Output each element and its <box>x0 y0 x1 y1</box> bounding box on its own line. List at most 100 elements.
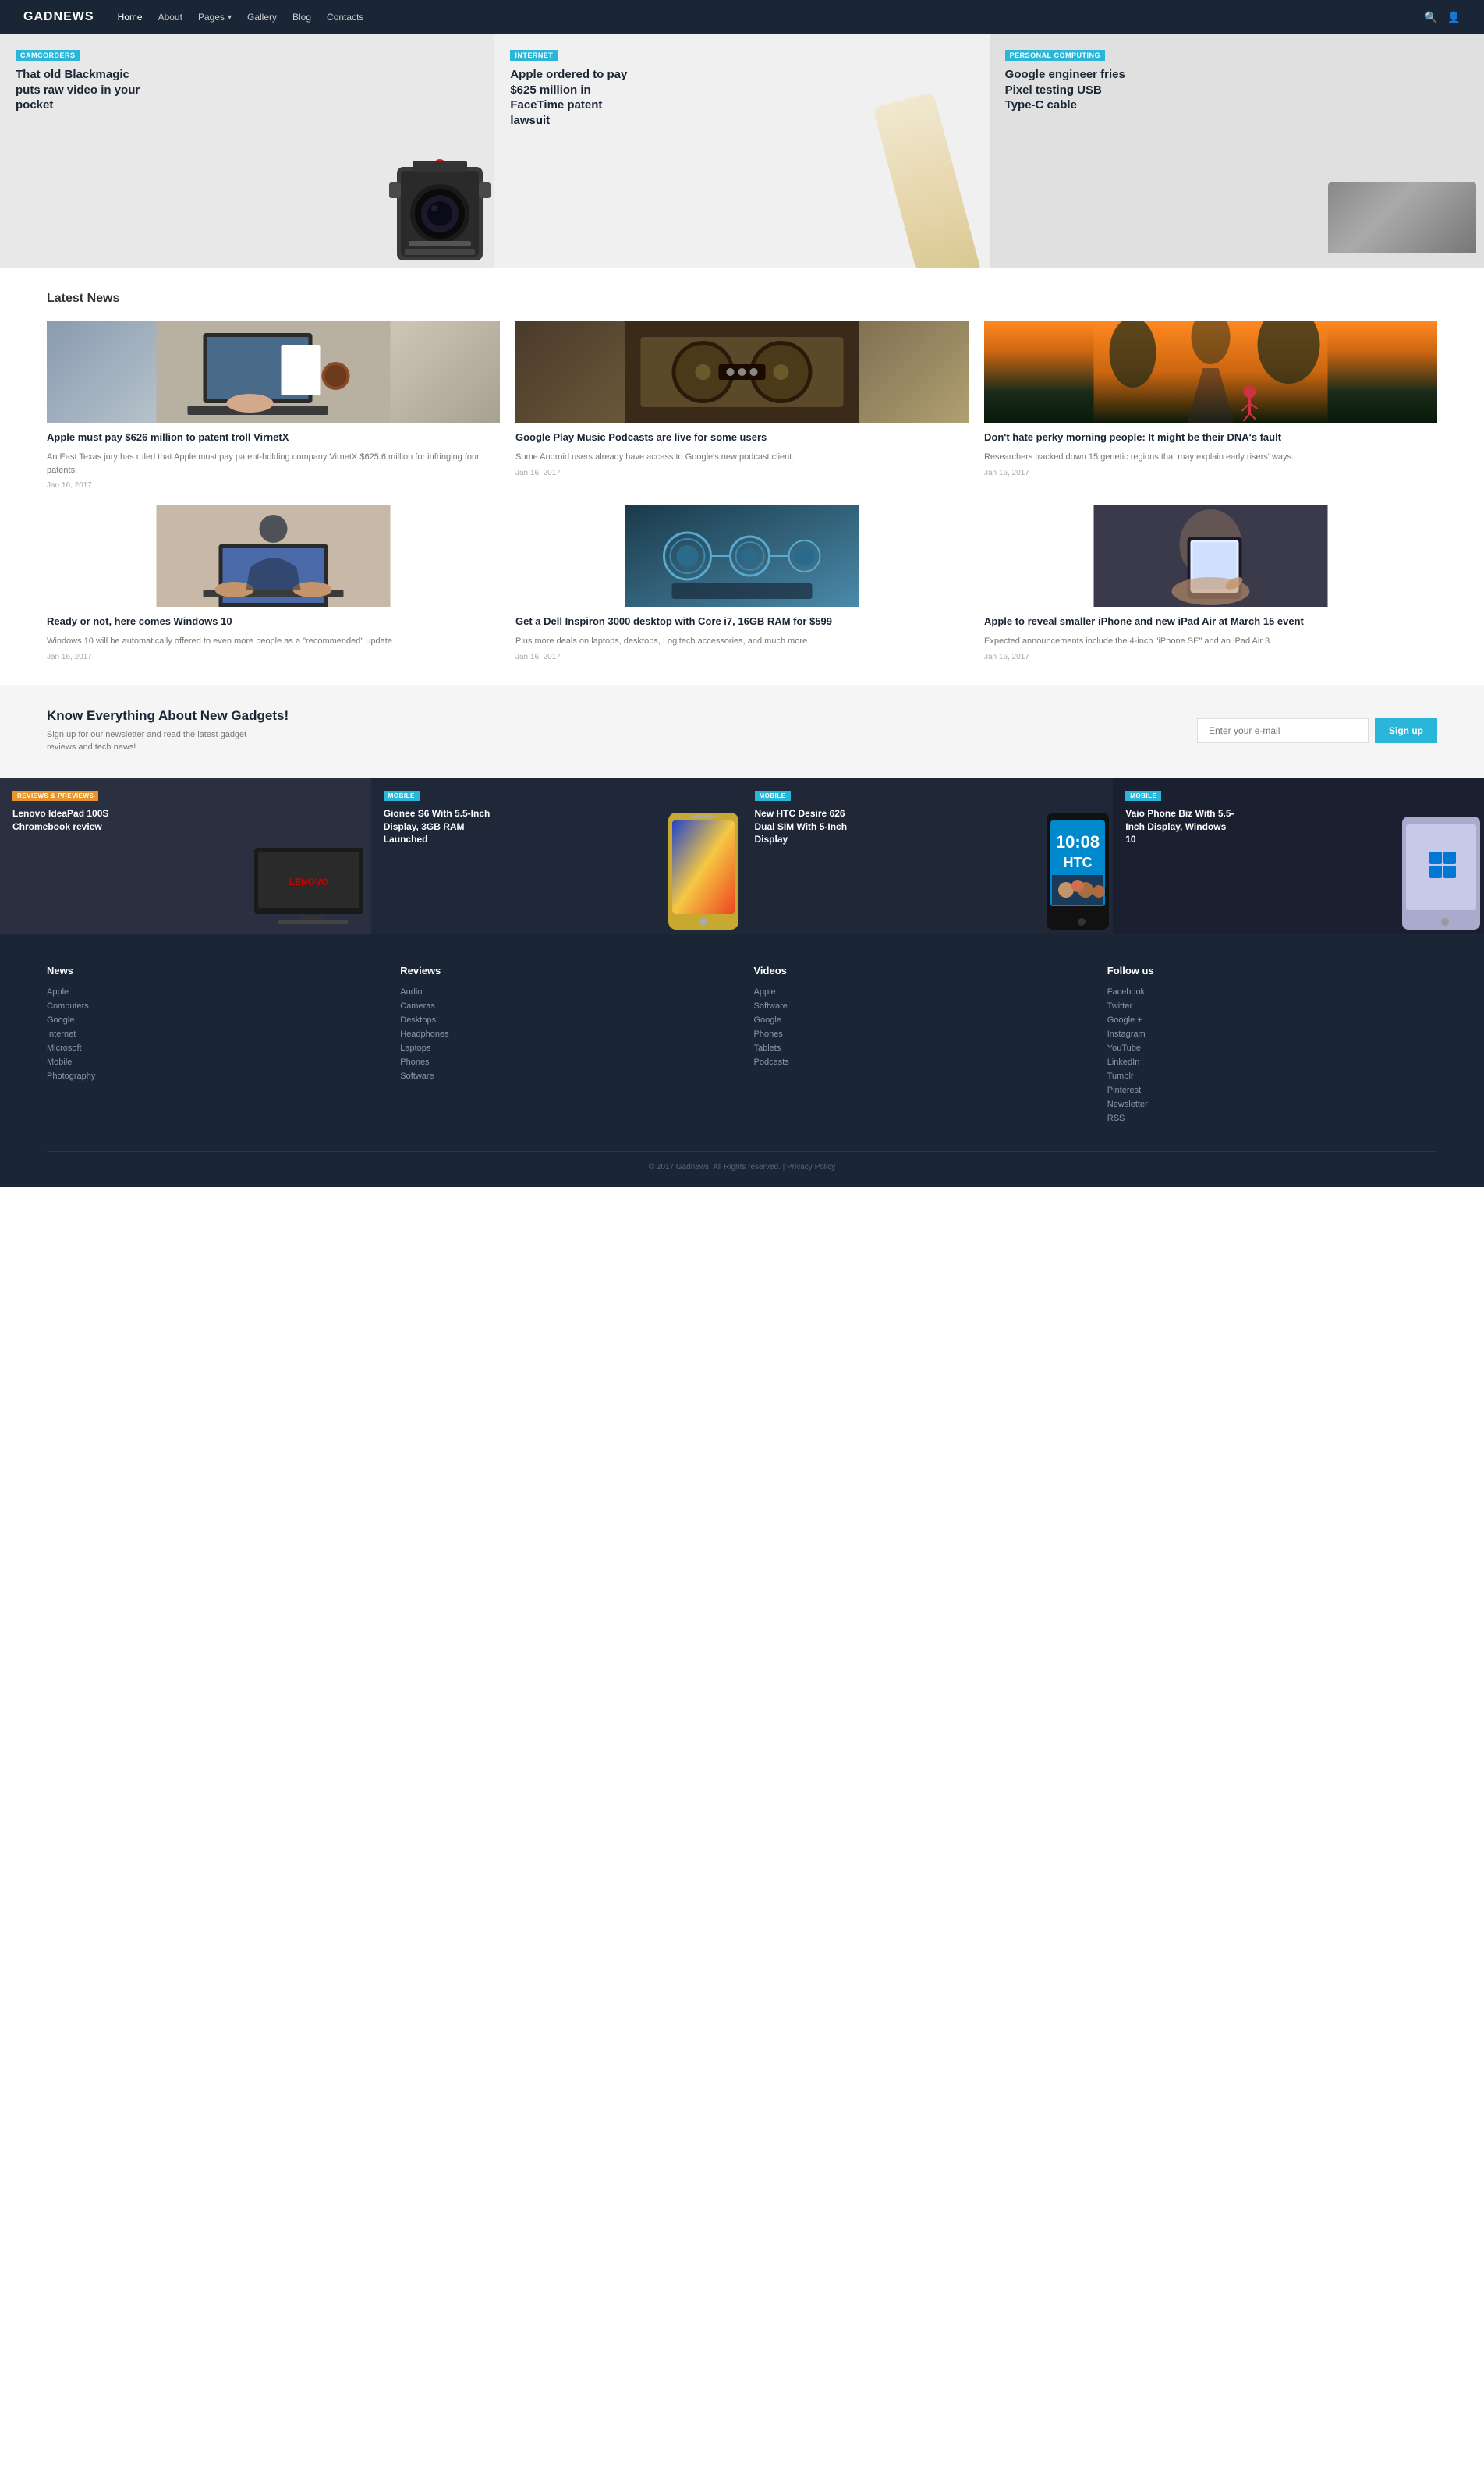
news-card-2-title: Google Play Music Podcasts are live for … <box>515 431 969 445</box>
newsletter-signup-button[interactable]: Sign up <box>1375 718 1437 743</box>
nav-blog[interactable]: Blog <box>292 12 311 23</box>
hero-item-2[interactable]: INTERNET Apple ordered to pay $625 milli… <box>494 34 989 268</box>
footer-col-social: Follow us Facebook Twitter Google + Inst… <box>1107 965 1437 1128</box>
news-card-3[interactable]: Don't hate perky morning people: It migh… <box>984 321 1437 490</box>
news-card-3-title: Don't hate perky morning people: It migh… <box>984 431 1437 445</box>
footer-link-google-plus[interactable]: Google + <box>1107 1015 1437 1025</box>
latest-news-title: Latest News <box>47 292 1437 306</box>
footer-link-newsletter[interactable]: Newsletter <box>1107 1100 1437 1109</box>
news-card-5-title: Get a Dell Inspiron 3000 desktop with Co… <box>515 615 969 629</box>
header: GADNEWS Home About Pages ▾ Gallery Blog … <box>0 0 1484 34</box>
nav-pages-link[interactable]: Pages <box>198 12 225 23</box>
footer-link-tumblr[interactable]: Tumblr <box>1107 1072 1437 1081</box>
newsletter-text: Know Everything About New Gadgets! Sign … <box>47 708 289 754</box>
featured-item-3[interactable]: MOBILE New HTC Desire 626 Dual SIM With … <box>742 778 1114 934</box>
newsletter-desc: Sign up for our newsletter and read the … <box>47 728 265 754</box>
footer-link-phones-video[interactable]: Phones <box>754 1029 1084 1039</box>
news-card-4-date: Jan 16, 2017 <box>47 653 500 661</box>
footer-link-cameras[interactable]: Cameras <box>400 1001 730 1011</box>
footer-link-apple-video[interactable]: Apple <box>754 987 1084 997</box>
footer-link-facebook[interactable]: Facebook <box>1107 987 1437 997</box>
featured-item-1[interactable]: REVIEWS & PREVIEWS Lenovo IdeaPad 100S C… <box>0 778 371 934</box>
footer-link-internet[interactable]: Internet <box>47 1029 377 1039</box>
footer-link-linkedin[interactable]: LinkedIn <box>1107 1058 1437 1067</box>
hero-badge-1: CAMCORDERS <box>16 50 80 61</box>
news-card-4-desc: Windows 10 will be automatically offered… <box>47 635 500 648</box>
hero-badge-2: INTERNET <box>510 50 558 61</box>
footer-link-phones[interactable]: Phones <box>400 1058 730 1067</box>
footer-link-software-video[interactable]: Software <box>754 1001 1084 1011</box>
news-card-3-image <box>984 321 1437 423</box>
newsletter-form: Sign up <box>1197 718 1437 743</box>
footer-link-desktops[interactable]: Desktops <box>400 1015 730 1025</box>
news-card-1[interactable]: Apple must pay $626 million to patent tr… <box>47 321 500 490</box>
newsletter-email-input[interactable] <box>1197 718 1369 743</box>
footer-link-google-video[interactable]: Google <box>754 1015 1084 1025</box>
nav-home[interactable]: Home <box>118 12 143 23</box>
nav-pages[interactable]: Pages ▾ <box>198 12 232 23</box>
svg-text:10:08: 10:08 <box>1056 832 1100 852</box>
nav-gallery[interactable]: Gallery <box>247 12 277 23</box>
featured-img-2 <box>664 809 742 934</box>
news-card-5-date: Jan 16, 2017 <box>515 653 969 661</box>
footer-link-podcasts[interactable]: Podcasts <box>754 1058 1084 1067</box>
featured-title-3: New HTC Desire 626 Dual SIM With 5-Inch … <box>755 807 864 846</box>
footer-link-instagram[interactable]: Instagram <box>1107 1029 1437 1039</box>
featured-item-4[interactable]: MOBILE Vaio Phone Biz With 5.5-Inch Disp… <box>1113 778 1484 934</box>
hero-item-3[interactable]: PERSONAL COMPUTING Google engineer fries… <box>990 34 1484 268</box>
featured-section: REVIEWS & PREVIEWS Lenovo IdeaPad 100S C… <box>0 778 1484 934</box>
footer-link-rss[interactable]: RSS <box>1107 1114 1437 1123</box>
footer-link-computers[interactable]: Computers <box>47 1001 377 1011</box>
news-card-2[interactable]: Google Play Music Podcasts are live for … <box>515 321 969 490</box>
news-card-5-desc: Plus more deals on laptops, desktops, Lo… <box>515 635 969 648</box>
header-icons: 🔍 👤 <box>1424 11 1461 24</box>
footer-link-mobile[interactable]: Mobile <box>47 1058 377 1067</box>
featured-badge-2: MOBILE <box>384 791 420 801</box>
featured-item-2[interactable]: MOBILE Gionee S6 With 5.5-Inch Display, … <box>371 778 742 934</box>
news-card-6-date: Jan 16, 2017 <box>984 653 1437 661</box>
chevron-down-icon: ▾ <box>228 13 232 22</box>
footer-col-videos: Videos Apple Software Google Phones Tabl… <box>754 965 1084 1128</box>
news-card-1-date: Jan 16, 2017 <box>47 481 500 490</box>
hero-title-3: Google engineer fries Pixel testing USB … <box>1005 67 1130 113</box>
footer-link-headphones[interactable]: Headphones <box>400 1029 730 1039</box>
main-nav: Home About Pages ▾ Gallery Blog Contacts <box>118 12 1425 23</box>
news-card-4[interactable]: Ready or not, here comes Windows 10 Wind… <box>47 505 500 661</box>
footer-col-reviews: Reviews Audio Cameras Desktops Headphone… <box>400 965 730 1128</box>
news-card-1-image <box>47 321 500 423</box>
newsletter-section: Know Everything About New Gadgets! Sign … <box>0 685 1484 778</box>
footer-link-youtube[interactable]: YouTube <box>1107 1044 1437 1053</box>
nav-contacts[interactable]: Contacts <box>327 12 363 23</box>
news-card-5[interactable]: Get a Dell Inspiron 3000 desktop with Co… <box>515 505 969 661</box>
hero-badge-3: PERSONAL COMPUTING <box>1005 50 1105 61</box>
search-icon[interactable]: 🔍 <box>1424 11 1437 24</box>
user-icon[interactable]: 👤 <box>1447 11 1461 24</box>
hero-section: CAMCORDERS That old Blackmagic puts raw … <box>0 34 1484 268</box>
footer-link-twitter[interactable]: Twitter <box>1107 1001 1437 1011</box>
nav-about[interactable]: About <box>158 12 182 23</box>
footer-grid: News Apple Computers Google Internet Mic… <box>47 965 1437 1128</box>
hero-item-1[interactable]: CAMCORDERS That old Blackmagic puts raw … <box>0 34 494 268</box>
newsletter-title: Know Everything About New Gadgets! <box>47 708 289 724</box>
featured-title-4: Vaio Phone Biz With 5.5-Inch Display, Wi… <box>1125 807 1234 846</box>
featured-img-1: LENOVO <box>254 832 371 934</box>
footer-link-photography[interactable]: Photography <box>47 1072 377 1081</box>
featured-img-3: HTC 10:08 <box>1043 809 1113 934</box>
footer-link-laptops[interactable]: Laptops <box>400 1044 730 1053</box>
footer-col-videos-heading: Videos <box>754 965 1084 976</box>
footer-link-software[interactable]: Software <box>400 1072 730 1081</box>
hero-camera-image <box>381 128 494 268</box>
footer-link-google[interactable]: Google <box>47 1015 377 1025</box>
news-card-6-image <box>984 505 1437 607</box>
svg-text:HTC: HTC <box>1064 855 1093 870</box>
footer-link-apple[interactable]: Apple <box>47 987 377 997</box>
footer-link-audio[interactable]: Audio <box>400 987 730 997</box>
news-card-4-image <box>47 505 500 607</box>
footer-link-pinterest[interactable]: Pinterest <box>1107 1086 1437 1095</box>
svg-text:LENOVO: LENOVO <box>289 877 328 888</box>
footer-link-tablets[interactable]: Tablets <box>754 1044 1084 1053</box>
footer-link-microsoft[interactable]: Microsoft <box>47 1044 377 1053</box>
news-card-6-desc: Expected announcements include the 4-inc… <box>984 635 1437 648</box>
news-card-6[interactable]: Apple to reveal smaller iPhone and new i… <box>984 505 1437 661</box>
news-card-4-title: Ready or not, here comes Windows 10 <box>47 615 500 629</box>
